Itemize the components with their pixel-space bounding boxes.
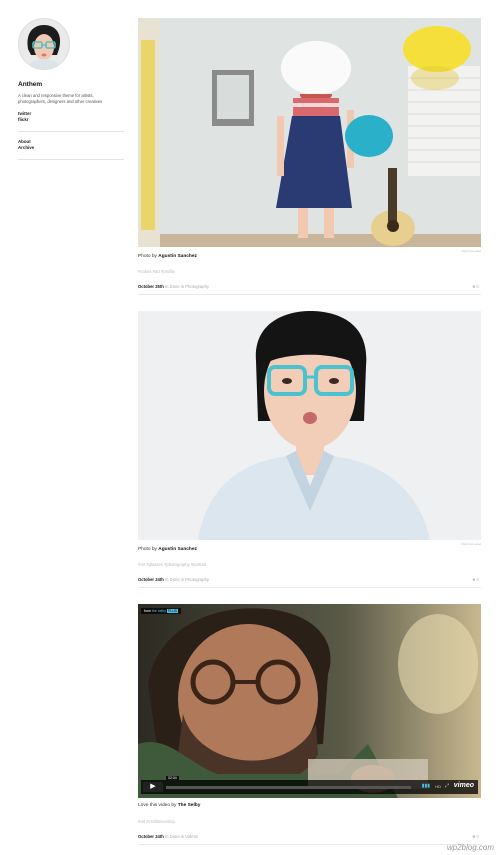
post-1-tags[interactable]: #colors #art #profile xyxy=(138,269,175,274)
post-date[interactable]: October 25th xyxy=(138,284,164,289)
sidebar-nav: About Archive xyxy=(18,139,126,151)
post-3-meta: October 24th In Done in Videos ■ 0 xyxy=(138,834,481,839)
post-2-caption: Photo by Agustin Sanchez xyxy=(138,547,197,552)
caption-prefix: Love this video by xyxy=(138,803,177,808)
comment-count: 0 xyxy=(476,834,479,839)
hd-toggle[interactable]: HD xyxy=(435,784,441,789)
post-date[interactable]: October 24th xyxy=(138,834,164,839)
post-1-meta: October 25th In Done in Photography ■ 0 xyxy=(138,284,481,289)
avatar-portrait xyxy=(19,19,69,69)
post-3-tags[interactable]: #art #craftsmanship xyxy=(138,819,175,824)
post-1-credit: Flight Hat Label xyxy=(461,249,481,253)
volume-icon[interactable]: ▮▮▮ xyxy=(422,783,430,789)
sidebar-divider-2 xyxy=(18,158,124,160)
post-2-tags[interactable]: #art #glasses #photography #portrait xyxy=(138,562,206,567)
post-3: from the selby PLUS ▶ 02:04 ▮▮▮ HD ⤢ vim… xyxy=(138,604,481,845)
sidebar-divider xyxy=(18,130,124,132)
site-title[interactable]: Anthem xyxy=(18,81,126,88)
post-category[interactable]: In Done in Photography xyxy=(165,284,209,289)
comment-icon[interactable]: ■ 0 xyxy=(473,834,479,839)
video-time: 02:04 xyxy=(166,776,179,780)
fullscreen-icon[interactable]: ⤢ xyxy=(445,783,449,789)
post-category[interactable]: In Done in Videos xyxy=(165,834,198,839)
play-button[interactable]: ▶ xyxy=(143,782,163,792)
caption-author[interactable]: Agustin Sanchez xyxy=(158,254,197,259)
post-2: Flight Hat Label Photo by Agustin Sanche… xyxy=(138,311,481,588)
badge-source[interactable]: the selby xyxy=(152,609,166,613)
post-date[interactable]: October 24th xyxy=(138,577,164,582)
avatar[interactable] xyxy=(18,18,70,70)
post-1: Flight Hat Label Photo by Agustin Sanche… xyxy=(138,18,481,295)
watermark: wp2blog.com xyxy=(446,843,494,852)
caption-prefix: Photo by xyxy=(138,547,157,552)
site-description: A clean and responsive theme for artists… xyxy=(18,93,103,104)
badge-from: from xyxy=(144,609,151,613)
post-3-video[interactable]: from the selby PLUS ▶ 02:04 ▮▮▮ HD ⤢ vim… xyxy=(138,604,481,798)
social-links: twitter flickr xyxy=(18,111,126,123)
post-2-meta: October 24th In Done in Photography ■ 0 xyxy=(138,577,481,582)
caption-author[interactable]: Agustin Sanchez xyxy=(158,547,197,552)
glasses-portrait-photo xyxy=(138,311,481,540)
post-2-photo[interactable] xyxy=(138,311,481,540)
video-frame xyxy=(138,604,481,798)
comment-icon[interactable]: ■ 0 xyxy=(473,577,479,582)
comment-count: 0 xyxy=(476,577,479,582)
video-badge[interactable]: from the selby PLUS xyxy=(141,608,182,614)
post-2-divider xyxy=(138,587,481,588)
badge-extra: PLUS xyxy=(166,609,179,613)
post-1-photo[interactable] xyxy=(138,18,481,247)
post-3-divider xyxy=(138,844,481,845)
caption-author[interactable]: The Selby xyxy=(178,803,201,808)
video-controls: ▶ 02:04 ▮▮▮ HD ⤢ vimeo xyxy=(141,776,478,794)
post-category[interactable]: In Done in Photography xyxy=(165,577,209,582)
flickr-link[interactable]: flickr xyxy=(18,117,126,123)
post-2-credit: Flight Hat Label xyxy=(461,542,481,546)
comment-icon[interactable]: ■ 0 xyxy=(473,284,479,289)
sidebar: Anthem A clean and responsive theme for … xyxy=(18,18,126,167)
vimeo-logo[interactable]: vimeo xyxy=(454,782,474,789)
post-1-divider xyxy=(138,294,481,295)
post-3-caption: Love this video by The Selby xyxy=(138,803,200,808)
nav-archive[interactable]: Archive xyxy=(18,145,126,151)
post-1-caption: Photo by Agustin Sanchez xyxy=(138,254,197,259)
balloon-girl-photo xyxy=(138,18,481,247)
caption-prefix: Photo by xyxy=(138,254,157,259)
progress-bar[interactable] xyxy=(166,786,411,789)
comment-count: 0 xyxy=(476,284,479,289)
